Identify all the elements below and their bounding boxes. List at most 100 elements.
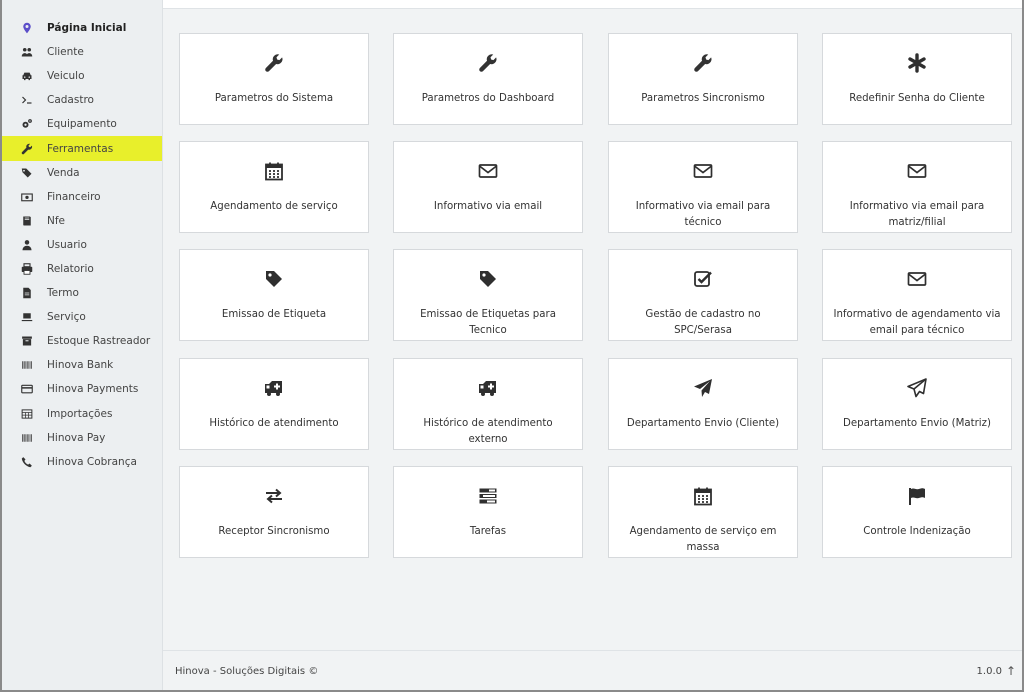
- sidebar-item-cliente[interactable]: Cliente: [2, 40, 162, 64]
- sidebar-item-hinova-pay[interactable]: Hinova Pay: [2, 426, 162, 450]
- tool-card-gestao-de-cadastro-no-spc-serasa[interactable]: Gestão de cadastro no SPC/Serasa: [608, 249, 798, 341]
- sidebar-item-equipamento[interactable]: Equipamento: [2, 112, 162, 136]
- archive-icon: [20, 334, 34, 348]
- ambulance-icon: [180, 377, 368, 399]
- tool-card-label: Gestão de cadastro no SPC/Serasa: [645, 309, 761, 336]
- ambulance-icon: [394, 377, 582, 399]
- tool-card-departamento-envio-matriz[interactable]: Departamento Envio (Matriz): [822, 358, 1012, 450]
- tasks-icon: [394, 485, 582, 507]
- tool-card-label: Tarefas: [469, 526, 507, 537]
- tag-icon: [180, 268, 368, 290]
- tool-card-historico-de-atendimento-externo[interactable]: Histórico de atendimento externo: [393, 358, 583, 450]
- tool-card-tarefas[interactable]: Tarefas: [393, 466, 583, 558]
- sidebar-item-importa-es[interactable]: Importações: [2, 402, 162, 426]
- sidebar-item-label: Serviço: [47, 311, 86, 324]
- exchange-icon: [180, 485, 368, 507]
- sidebar-item-label: Página Inicial: [47, 22, 127, 35]
- sidebar-item-relatorio[interactable]: Relatorio: [2, 257, 162, 281]
- barcode-icon: [20, 431, 34, 445]
- tool-card-label: Departamento Envio (Cliente): [626, 418, 780, 429]
- sidebar-item-label: Hinova Bank: [47, 359, 114, 372]
- sidebar-item-hinova-bank[interactable]: Hinova Bank: [2, 353, 162, 377]
- tool-card-informativo-via-email[interactable]: Informativo via email: [393, 141, 583, 233]
- sidebar-item-label: Importações: [47, 407, 113, 420]
- tool-card-receptor-sincronismo[interactable]: Receptor Sincronismo: [179, 466, 369, 558]
- tool-card-informativo-via-email-para-tecnico[interactable]: Informativo via email para técnico: [608, 141, 798, 233]
- tool-card-label: Informativo de agendamento via email par…: [833, 309, 1001, 336]
- main-content: Parametros do Sistema Parametros do Dashb…: [163, 0, 1022, 690]
- calendar-icon: [609, 485, 797, 507]
- top-bar: [163, 0, 1022, 9]
- sidebar-item-label: Veiculo: [47, 70, 85, 83]
- sidebar-item-label: Hinova Payments: [47, 383, 139, 396]
- sidebar-item-label: Hinova Cobrança: [47, 455, 137, 468]
- sidebar-item-estoque-rastreador[interactable]: Estoque Rastreador: [2, 329, 162, 353]
- tool-card-historico-de-atendimento[interactable]: Histórico de atendimento: [179, 358, 369, 450]
- tool-card-label: Parametros do Dashboard: [421, 93, 555, 104]
- sidebar-item-ferramentas[interactable]: Ferramentas: [2, 136, 162, 161]
- sidebar-item-label: Financeiro: [47, 190, 101, 203]
- sidebar-item-label: Hinova Pay: [47, 431, 106, 444]
- sidebar-item-venda[interactable]: Venda: [2, 161, 162, 185]
- tool-card-emissao-de-etiquetas-para-tecnico[interactable]: Emissao de Etiquetas para Tecnico: [393, 249, 583, 341]
- sidebar-item-servi-o[interactable]: Serviço: [2, 305, 162, 329]
- tag-icon: [394, 268, 582, 290]
- phone-icon: [20, 455, 34, 469]
- paper-plane-icon: [609, 377, 797, 399]
- sidebar-item-label: Equipamento: [47, 118, 117, 131]
- user-icon: [20, 238, 34, 252]
- tool-card-label: Redefinir Senha do Cliente: [849, 93, 985, 104]
- tool-card-informativo-via-email-para-matriz-filial[interactable]: Informativo via email para matriz/filial: [822, 141, 1012, 233]
- sidebar-item-usuario[interactable]: Usuario: [2, 233, 162, 257]
- tool-card-parametros-do-sistema[interactable]: Parametros do Sistema: [179, 33, 369, 125]
- tool-card-label: Histórico de atendimento: [209, 418, 339, 429]
- tool-card-label: Agendamento de serviço em massa: [629, 526, 777, 553]
- tool-card-label: Informativo via email: [433, 201, 543, 212]
- tool-card-controle-indenizacao[interactable]: Controle Indenização: [822, 466, 1012, 558]
- sidebar-item-veiculo[interactable]: Veiculo: [2, 64, 162, 88]
- sidebar-item-hinova-cobran-a[interactable]: Hinova Cobrança: [2, 450, 162, 474]
- sidebar-item-nfe[interactable]: Nfe: [2, 209, 162, 233]
- wrench-icon: [609, 52, 797, 74]
- tool-card-label: Histórico de atendimento externo: [423, 418, 553, 445]
- sidebar: Página Inicial Cliente Veiculo Cadastro Equi…: [2, 0, 163, 690]
- tool-card-parametros-sincronismo[interactable]: Parametros Sincronismo: [608, 33, 798, 125]
- file-icon: [20, 286, 34, 300]
- sidebar-item-termo[interactable]: Termo: [2, 281, 162, 305]
- calendar-icon: [180, 160, 368, 182]
- envelope-icon: [394, 160, 582, 182]
- tool-card-emissao-de-etiqueta[interactable]: Emissao de Etiqueta: [179, 249, 369, 341]
- tool-card-label: Parametros do Sistema: [214, 93, 334, 104]
- envelope-icon: [823, 268, 1011, 290]
- asterisk-icon: [823, 52, 1011, 74]
- wrench-icon: [20, 142, 34, 156]
- sidebar-item-hinova-payments[interactable]: Hinova Payments: [2, 377, 162, 401]
- check-square-icon: [609, 268, 797, 290]
- tool-card-label: Emissao de Etiqueta: [221, 309, 327, 320]
- sidebar-item-p-gina-inicial[interactable]: Página Inicial: [2, 16, 162, 40]
- sidebar-item-cadastro[interactable]: Cadastro: [2, 88, 162, 112]
- scroll-top-icon[interactable]: ↑: [1006, 664, 1016, 678]
- tool-card-label: Emissao de Etiquetas para Tecnico: [420, 309, 556, 336]
- sidebar-item-financeiro[interactable]: Financeiro: [2, 185, 162, 209]
- footer-company: Hinova - Soluções Digitais ©: [175, 666, 319, 677]
- footer: Hinova - Soluções Digitais © 1.0.0 ↑: [163, 650, 1022, 690]
- tool-card-informativo-de-agendamento-via-email-para-tecnico[interactable]: Informativo de agendamento via email par…: [822, 249, 1012, 341]
- tool-card-label: Agendamento de serviço: [210, 201, 338, 212]
- map-marker-icon: [20, 21, 34, 35]
- footer-version: 1.0.0: [976, 666, 1002, 677]
- sidebar-item-label: Venda: [47, 166, 80, 179]
- sidebar-item-label: Estoque Rastreador: [47, 335, 151, 348]
- tool-card-agendamento-de-servico-em-massa[interactable]: Agendamento de serviço em massa: [608, 466, 798, 558]
- laptop-icon: [20, 310, 34, 324]
- tool-card-departamento-envio-cliente[interactable]: Departamento Envio (Cliente): [608, 358, 798, 450]
- tool-card-label: Departamento Envio (Matriz): [843, 418, 991, 429]
- barcode-icon: [20, 358, 34, 372]
- tool-card-agendamento-de-servico[interactable]: Agendamento de serviço: [179, 141, 369, 233]
- sidebar-item-label: Usuario: [47, 238, 87, 251]
- tool-card-redefinir-senha-do-cliente[interactable]: Redefinir Senha do Cliente: [822, 33, 1012, 125]
- tool-card-parametros-do-dashboard[interactable]: Parametros do Dashboard: [393, 33, 583, 125]
- users-icon: [20, 45, 34, 59]
- tool-card-label: Controle Indenização: [863, 526, 971, 537]
- paper-plane-outline-icon: [823, 377, 1011, 399]
